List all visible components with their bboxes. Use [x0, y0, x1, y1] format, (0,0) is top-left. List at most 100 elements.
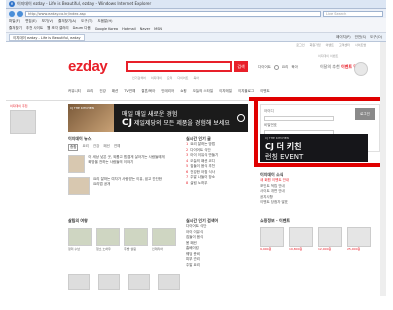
nav-item[interactable]: 요리 — [87, 89, 93, 94]
list-item[interactable]: 주말 요리 — [186, 263, 252, 269]
top-link[interactable]: 사이트맵 — [355, 43, 366, 47]
lower-thumbs — [68, 274, 180, 290]
ie-icon: e — [9, 1, 15, 7]
left-recommend-image — [10, 110, 36, 134]
nav-item[interactable]: 건강 — [99, 89, 105, 94]
fav-item[interactable]: Google Korea — [95, 27, 118, 31]
menu-bar: 파일(F) 편집(E) 보기(V) 즐겨찾기(A) 도구(T) 도움말(H) — [6, 18, 386, 25]
nav-item[interactable]: 이벤트 — [260, 89, 270, 94]
thumb-card[interactable]: 정리 수납 — [68, 228, 92, 251]
fav-item[interactable]: 즐겨찾기 — [9, 26, 22, 31]
tab-ezday[interactable]: 이지데이 ezday - Life is Beautiful, ezday — [9, 33, 85, 41]
keyword-list: 다이어트 식단 아이 이유식 집들이 음식 봄 패션 홈베이킹 웨딩 준비 피부… — [186, 224, 252, 268]
site-search-input[interactable] — [126, 61, 232, 72]
thumb-image[interactable] — [158, 274, 180, 290]
list-item[interactable]: 8 살림 노하우 — [186, 181, 252, 187]
menu-edit[interactable]: 편집(E) — [25, 19, 36, 24]
fav-item[interactable]: Hotmail — [122, 27, 136, 31]
living-thumbs: 정리 수납 청소 노하우 주방 살림 인테리어 — [68, 228, 178, 251]
thumb-image — [96, 228, 120, 246]
top-link[interactable]: 로그인 — [296, 43, 304, 47]
site-search-button[interactable]: 검색 — [234, 61, 248, 72]
popular-keywords: 인기검색어 이지데이 요리 다이어트 육아 — [132, 76, 199, 80]
fav-item[interactable]: MSN — [154, 27, 162, 31]
tools-menu[interactable]: 도구(O) — [370, 35, 382, 40]
top-link[interactable]: 고객센터 — [339, 43, 350, 47]
thumb-card[interactable]: 주방 살림 — [124, 228, 148, 251]
back-icon[interactable] — [9, 10, 15, 17]
page-menu[interactable]: 페이지(P) — [336, 35, 351, 40]
keyword[interactable]: 육아 — [193, 76, 199, 80]
nav-item[interactable]: 쇼핑 — [180, 89, 186, 94]
nav-item[interactable]: 이지블로그 — [238, 89, 254, 94]
thumb-image[interactable] — [98, 274, 120, 290]
shop-item[interactable]: 9,900원 — [260, 227, 284, 251]
thumb-card[interactable]: 청소 노하우 — [96, 228, 120, 251]
fav-item[interactable]: Daum 다음 — [73, 26, 91, 31]
vertical-scrollbar[interactable] — [380, 42, 386, 296]
nav-item[interactable]: 결혼/육아 — [141, 89, 155, 94]
nav-item[interactable]: 커뮤니티 — [68, 89, 81, 94]
safety-menu[interactable]: 안전(S) — [355, 35, 366, 40]
browser-search-input[interactable]: Live Search — [323, 10, 383, 17]
tab-news-health[interactable]: 건강 — [93, 144, 99, 151]
tab-news-all[interactable]: 종합 — [68, 144, 79, 151]
nav-item[interactable]: 패션 — [112, 89, 118, 94]
shop-item[interactable]: 19,800원 — [289, 227, 313, 251]
product-image — [347, 227, 371, 247]
tab-news-ent[interactable]: 연예 — [114, 144, 120, 151]
tab-bar: 이지데이 ezday - Life is Beautiful, ezday 페이… — [6, 33, 386, 42]
menu-view[interactable]: 보기(V) — [42, 19, 54, 24]
tab-news-fashion[interactable]: 패션 — [103, 144, 109, 151]
top-links: 로그인 회원가입 이벤트 고객센터 사이트맵 — [6, 42, 386, 48]
keyword[interactable]: 다이어트 — [177, 76, 188, 80]
forward-icon[interactable] — [17, 10, 23, 17]
fav-item[interactable]: Naver — [140, 27, 150, 31]
thumb-card[interactable]: 인테리어 — [152, 228, 176, 251]
nav-item[interactable]: TV연예 — [124, 89, 135, 94]
quick-link[interactable]: 육아 — [291, 65, 297, 70]
top-link[interactable]: 이벤트 — [326, 43, 334, 47]
news-title: 이지데이 뉴스 — [68, 136, 92, 141]
top-link[interactable]: 회원가입 — [310, 43, 321, 47]
product-image — [289, 227, 313, 247]
browser-window: e 이지데이 ezday - Life is Beautiful, ezday … — [6, 0, 386, 306]
product-image — [318, 227, 342, 247]
menu-help[interactable]: 도움말(H) — [97, 19, 112, 24]
keyword[interactable]: 요리 — [167, 76, 173, 80]
article-text: 이 세상 낮은 곳, 외롭고 힘겹게 살아가는 사람들에게 희망을 전하는 사람… — [88, 155, 165, 164]
promo-text: 이달의 추천 이벤트 당첨 — [320, 64, 361, 69]
shop-item[interactable]: 12,000원 — [318, 227, 342, 251]
menu-file[interactable]: 파일(F) — [9, 19, 20, 24]
popular-list: 1 요리 잘하는 방법 2 다이어트 식단 3 아이 이유식 만들기 4 오늘의 패션 … — [186, 142, 252, 186]
quick-link[interactable]: 요리 — [282, 65, 288, 70]
keyword: 인기검색어 — [132, 76, 146, 80]
site-logo[interactable]: ezday — [68, 58, 108, 75]
nav-item[interactable]: 이지메일 — [219, 89, 232, 94]
shop-item[interactable]: 25,000원 — [347, 227, 371, 251]
nav-item[interactable]: 오늘의 스타일 — [193, 89, 213, 94]
thumb-image[interactable] — [68, 274, 90, 290]
cj-banner[interactable]: CJ THE KITCHEN 매일 매일 새로운 경험 CJ 제일제당의 모든 … — [68, 104, 248, 132]
banner-arrow-icon[interactable] — [237, 114, 245, 122]
main-navigation: 커뮤니티 요리 건강 패션 TV연예 결혼/육아 인테리어 쇼핑 오늘의 스타일… — [68, 89, 270, 94]
nav-item[interactable]: 인테리어 — [161, 89, 174, 94]
menu-tools[interactable]: 도구(T) — [81, 19, 92, 24]
tab-news-cook[interactable]: 요리 — [82, 144, 88, 151]
fav-item[interactable]: 웹 조각 갤러리 — [47, 26, 69, 31]
left-recommend[interactable]: 이지데이 추천 — [10, 104, 38, 144]
keyword[interactable]: 이지데이 — [151, 76, 162, 80]
thumb-image — [124, 228, 148, 246]
news-article[interactable]: 요리 잘하는 여자가 사랑받는 이유, 쉽고 간단한 요리법 공개 — [68, 177, 166, 195]
shopping-section: 쇼핑정보 · 이벤트 9,900원 19,800원 12,000원 25,000… — [260, 218, 380, 251]
article-text: 요리 잘하는 여자가 사랑받는 이유, 쉽고 간단한 요리법 공개 — [93, 177, 163, 186]
promo-image — [354, 62, 368, 76]
quick-link[interactable]: 다이어트 — [258, 65, 271, 70]
notice-item[interactable]: 이벤트 당첨자 발표 — [260, 200, 380, 206]
address-input[interactable]: http://www.ezday.co.kr/index.asp — [25, 10, 321, 17]
fav-item[interactable]: 추천 사이트 — [26, 26, 43, 31]
news-article[interactable]: 이 세상 낮은 곳, 외롭고 힘겹게 살아가는 사람들에게 희망을 전하는 사람… — [68, 155, 166, 173]
menu-favorites[interactable]: 즐겨찾기(A) — [58, 19, 76, 24]
thumb-image[interactable] — [128, 274, 150, 290]
promo-title: 이지데이 이벤트 — [318, 54, 339, 58]
